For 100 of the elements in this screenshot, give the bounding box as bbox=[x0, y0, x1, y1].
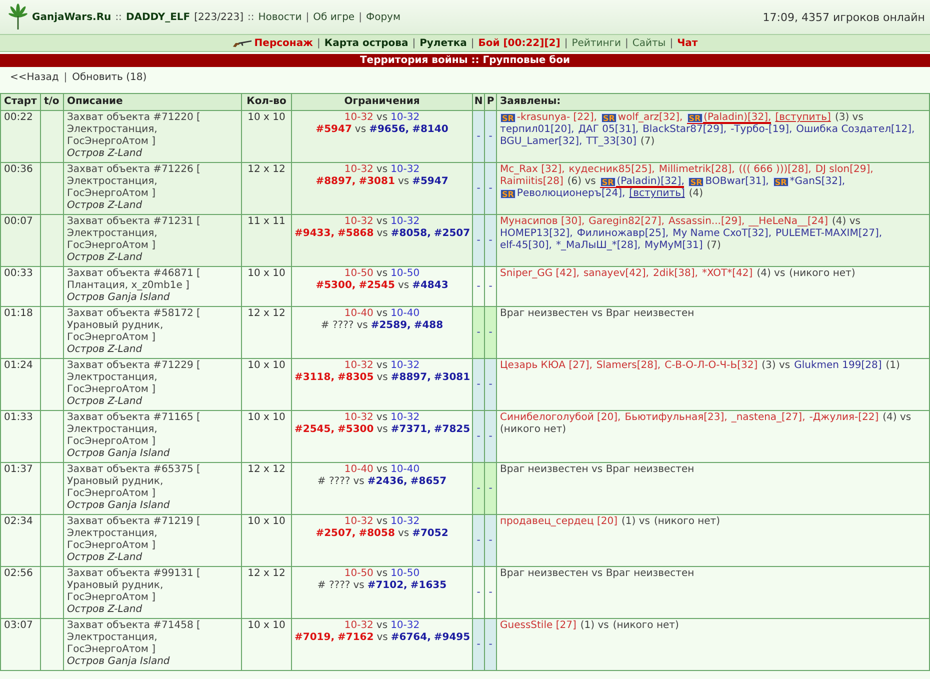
player-link[interactable]: продавец_сердец [20] bbox=[500, 516, 618, 528]
player-link[interactable]: *_МаЛыШ_*[28], bbox=[556, 240, 641, 252]
header-link[interactable]: Об игре bbox=[313, 12, 355, 22]
team-id-link[interactable]: #8897, bbox=[316, 176, 356, 187]
player-link[interactable]: Ошибка Создател[12], bbox=[796, 124, 915, 136]
player-link[interactable]: Raimiitis[28] bbox=[500, 176, 564, 188]
team-id-link[interactable]: #5947 bbox=[316, 124, 352, 135]
dash-link[interactable]: - bbox=[488, 482, 492, 494]
dash-link[interactable]: - bbox=[488, 638, 492, 650]
player-link[interactable]: My Name CxoT[32], bbox=[672, 228, 772, 240]
player-link[interactable]: SR wolf_arz[32], bbox=[601, 112, 683, 124]
player-link[interactable]: Glukmen 199[28] bbox=[794, 360, 882, 372]
player-link[interactable]: Millimetrik[28], bbox=[658, 164, 735, 176]
team-id-link[interactable]: #3081 bbox=[434, 372, 470, 383]
team-id-link[interactable]: #7019, bbox=[294, 632, 335, 643]
player-link[interactable]: SR -krasunya- [22], bbox=[500, 112, 597, 124]
dash-link[interactable]: - bbox=[476, 280, 480, 292]
player-link[interactable]: -Турбо-[19], bbox=[730, 124, 792, 136]
player-link[interactable]: sanayev[42], bbox=[583, 268, 649, 280]
header-link[interactable]: Форум bbox=[366, 12, 401, 22]
team-id-link[interactable]: #9495 bbox=[434, 632, 470, 643]
player-link[interactable]: Slamers[28], bbox=[596, 360, 661, 372]
nav-link[interactable]: Персонаж bbox=[254, 38, 314, 48]
team-id-link[interactable]: #2589, bbox=[370, 320, 411, 331]
team-id-link[interactable]: #2436, bbox=[367, 476, 408, 487]
dash-link[interactable]: - bbox=[476, 378, 480, 390]
player-link[interactable]: *XOT*[42] bbox=[702, 268, 753, 280]
team-id-link[interactable]: #7052 bbox=[412, 528, 448, 539]
team-id-link[interactable]: #3081 bbox=[358, 176, 395, 187]
user-link[interactable]: DADDY_ELF bbox=[126, 12, 190, 22]
player-link[interactable]: ДАГ 05[31], bbox=[578, 124, 639, 136]
team-id-link[interactable]: #9433, bbox=[294, 228, 335, 239]
dash-link[interactable]: - bbox=[488, 326, 492, 338]
dash-link[interactable]: - bbox=[488, 280, 492, 292]
player-link[interactable]: ((( 666 )))[28], bbox=[738, 164, 812, 176]
player-link[interactable]: Мунасипов [30], bbox=[500, 216, 585, 228]
team-id-link[interactable]: #7825 bbox=[434, 424, 470, 435]
dash-link[interactable]: - bbox=[488, 130, 492, 142]
player-link[interactable]: НОМЕР13[32], bbox=[500, 228, 573, 240]
player-link[interactable]: SR (Paladin)[32], bbox=[600, 176, 684, 188]
nav-link[interactable]: Сайты bbox=[632, 38, 666, 48]
player-link[interactable]: -Джулия-[22] bbox=[809, 412, 879, 424]
dash-link[interactable]: - bbox=[488, 234, 492, 246]
dash-link[interactable]: - bbox=[476, 430, 480, 442]
team-id-link[interactable]: #4843 bbox=[412, 280, 448, 291]
player-link[interactable]: GuessStile [27] bbox=[500, 620, 576, 632]
player-link[interactable]: _nastena_[27], bbox=[731, 412, 806, 424]
dash-link[interactable]: - bbox=[488, 378, 492, 390]
dash-link[interactable]: - bbox=[476, 326, 480, 338]
team-id-link[interactable]: #8657 bbox=[410, 476, 447, 487]
nav-link[interactable]: Чат bbox=[677, 38, 698, 48]
player-link[interactable]: Филиножавр[25], bbox=[576, 228, 669, 240]
player-link[interactable]: Mc_Rax [32], bbox=[500, 164, 565, 176]
team-id-link[interactable]: #2545 bbox=[358, 280, 395, 291]
team-id-link[interactable]: #7162 bbox=[338, 632, 374, 643]
team-id-link[interactable]: #8058 bbox=[358, 528, 395, 539]
player-link[interactable]: elf-45[30], bbox=[500, 240, 552, 252]
team-id-link[interactable]: #5868 bbox=[338, 228, 374, 239]
team-id-link[interactable]: #2545, bbox=[294, 424, 335, 435]
player-link[interactable]: 2dik[38], bbox=[652, 268, 698, 280]
player-link[interactable]: Цезарь КЮА [27], bbox=[500, 360, 592, 372]
player-link[interactable]: SR Революционеръ[24], bbox=[500, 188, 626, 200]
header-link[interactable]: Новости bbox=[258, 12, 302, 22]
dash-link[interactable]: - bbox=[476, 534, 480, 546]
player-link[interactable]: SR BOBwar[31], bbox=[688, 176, 769, 188]
player-link[interactable]: С-В-О-Л-О-Ч-Ь[32] bbox=[664, 360, 758, 372]
team-id-link[interactable]: #2507 bbox=[434, 228, 470, 239]
player-link[interactable]: SR (Paladin)[32], bbox=[686, 112, 772, 124]
dash-link[interactable]: - bbox=[476, 482, 480, 494]
toolbar-link[interactable]: Обновить (18) bbox=[72, 72, 147, 84]
join-link[interactable]: [вступить] bbox=[775, 112, 831, 124]
nav-link[interactable]: Рейтинги bbox=[572, 38, 621, 48]
site-link[interactable]: GanjaWars.Ru bbox=[32, 12, 112, 22]
player-link[interactable]: Бьютифульная[23], bbox=[624, 412, 728, 424]
player-link[interactable]: TT_33[30] bbox=[586, 136, 636, 148]
team-id-link[interactable]: #2507, bbox=[316, 528, 356, 539]
player-link[interactable]: SR *GanS[32], bbox=[772, 176, 846, 188]
team-id-link[interactable]: #5947 bbox=[412, 176, 448, 187]
player-link[interactable]: Assassin...[29], bbox=[668, 216, 745, 228]
player-link[interactable]: Sniper_GG [42], bbox=[500, 268, 580, 280]
player-link[interactable]: Синибелоголубой [20], bbox=[500, 412, 621, 424]
team-id-link[interactable]: #7102, bbox=[367, 580, 408, 591]
nav-link[interactable]: Бой [00:22][2] bbox=[478, 38, 560, 48]
player-link[interactable]: __HeLeNa__[24] bbox=[748, 216, 828, 228]
dash-link[interactable]: - bbox=[488, 534, 492, 546]
dash-link[interactable]: - bbox=[476, 234, 480, 246]
team-id-link[interactable]: #5300 bbox=[338, 424, 374, 435]
team-id-link[interactable]: #8058, bbox=[390, 228, 431, 239]
nav-link[interactable]: Рулетка bbox=[420, 38, 467, 48]
join-link[interactable]: [вступить] bbox=[629, 188, 685, 200]
player-link[interactable]: кудесник85[25], bbox=[568, 164, 655, 176]
dash-link[interactable]: - bbox=[476, 130, 480, 142]
team-id-link[interactable]: #7371, bbox=[390, 424, 431, 435]
team-id-link[interactable]: #1635 bbox=[410, 580, 447, 591]
toolbar-link[interactable]: <<Назад bbox=[10, 72, 59, 84]
dash-link[interactable]: - bbox=[476, 586, 480, 598]
team-id-link[interactable]: #3118, bbox=[294, 372, 335, 383]
nav-link[interactable]: Карта острова bbox=[324, 38, 408, 48]
team-id-link[interactable]: #6764, bbox=[390, 632, 431, 643]
team-id-link[interactable]: #8305 bbox=[338, 372, 374, 383]
